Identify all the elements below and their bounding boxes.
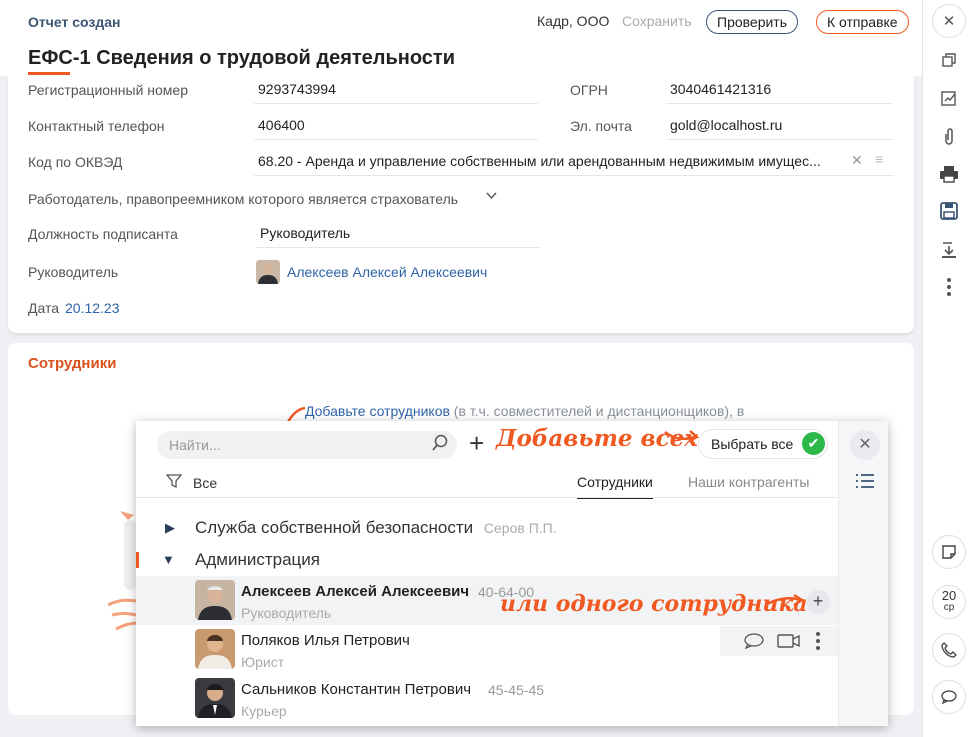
person-name[interactable]: Сальников Константин Петрович [241, 681, 471, 698]
employees-hint: Добавьте сотрудников (в т.ч. совместител… [305, 403, 744, 419]
popup-close-icon[interactable]: ✕ [850, 430, 880, 460]
date-value[interactable]: 20.12.23 [65, 300, 120, 316]
ogrn-label: ОГРН [570, 82, 608, 98]
list-menu-icon[interactable]: ≡ [875, 151, 883, 167]
report-status: Отчет создан [28, 14, 121, 30]
video-icon[interactable] [777, 633, 801, 652]
message-icon[interactable] [744, 633, 764, 652]
note-icon[interactable] [932, 535, 966, 569]
arrow-right-annotation-icon [766, 592, 806, 613]
collapse-icon[interactable]: ▼ [162, 552, 175, 567]
attach-icon[interactable] [934, 121, 964, 151]
expand-icon[interactable]: ▶ [165, 520, 175, 536]
copy-icon[interactable] [934, 45, 964, 75]
org-selector[interactable]: Кадр, ООО [537, 13, 609, 29]
head-link[interactable]: Алексеев Алексей Алексеевич [287, 264, 487, 280]
chat-icon[interactable] [932, 680, 966, 714]
search-input[interactable]: Найти... [157, 431, 457, 459]
reg-number-field[interactable]: 9293743994 [254, 76, 538, 104]
print-icon[interactable] [934, 159, 964, 189]
filter-icon[interactable] [165, 473, 183, 493]
chevron-down-icon[interactable] [486, 189, 497, 203]
selected-marker [136, 552, 139, 568]
clear-icon[interactable]: ✕ [851, 152, 863, 169]
email-field[interactable]: gold@localhost.ru [666, 112, 893, 140]
signer-position-field[interactable]: Руководитель [256, 220, 540, 248]
filter-value[interactable]: Все [193, 475, 217, 491]
add-icon[interactable]: + [469, 428, 484, 458]
signer-position-label: Должность подписанта [28, 226, 178, 242]
person-role: Руководитель [241, 605, 332, 621]
date-label: Дата [28, 300, 60, 316]
select-all-label: Выбрать все [711, 436, 794, 452]
person-phone: 45-45-45 [488, 682, 545, 698]
annotation-add-one: или одного сотрудника [500, 591, 808, 617]
arrow-right-annotation-icon [664, 428, 700, 447]
title-accent [28, 72, 70, 75]
okved-field[interactable]: 68.20 - Аренда и управление собственным … [254, 148, 894, 176]
phone-label: Контактный телефон [28, 118, 165, 134]
more-vert-icon[interactable] [934, 272, 964, 302]
reg-number-label: Регистрационный номер [28, 82, 188, 98]
add-person-icon[interactable]: + [806, 590, 830, 614]
more-vert-icon[interactable] [816, 632, 820, 653]
okved-label: Код по ОКВЭД [28, 154, 123, 170]
save-icon[interactable] [934, 196, 964, 226]
person-role: Юрист [241, 654, 285, 670]
page-title: ЕФС-1 Сведения о трудовой деятельности [28, 47, 456, 69]
group-head: Серов П.П. [483, 520, 557, 536]
head-label: Руководитель [28, 264, 119, 280]
report-edit-icon[interactable] [934, 83, 964, 113]
person-name[interactable]: Поляков Илья Петрович [241, 632, 410, 649]
phone-icon[interactable] [932, 633, 966, 667]
check-button[interactable]: Проверить [706, 10, 799, 34]
list-view-icon[interactable] [856, 472, 874, 493]
import-icon[interactable] [934, 235, 964, 265]
date-day: 20 [941, 588, 957, 603]
employees-hint-rest: (в т.ч. совместителей и дистанционщиков)… [449, 403, 745, 419]
search-icon[interactable] [431, 434, 449, 457]
popup-side-panel [838, 421, 888, 726]
avatar [195, 629, 235, 669]
check-icon[interactable]: ✔ [802, 432, 825, 455]
group-administration[interactable]: Администрация [195, 550, 320, 570]
tabs-divider [136, 497, 838, 498]
head-avatar [256, 260, 280, 284]
tab-employees[interactable]: Сотрудники [577, 474, 653, 499]
ogrn-field[interactable]: 3040461421316 [666, 76, 893, 104]
email-label: Эл. почта [570, 118, 632, 134]
save-button[interactable]: Сохранить [622, 13, 692, 29]
group-name: Служба собственной безопасности [195, 518, 474, 537]
person-role: Курьер [241, 703, 287, 719]
person-name[interactable]: Алексеев Алексей Алексеевич [241, 583, 469, 600]
add-employees-link[interactable]: Добавьте сотрудников [305, 403, 450, 419]
successor-label[interactable]: Работодатель, правопреемником которого я… [28, 191, 458, 207]
avatar [195, 678, 235, 718]
calendar-date-button[interactable]: 20 ср [932, 585, 966, 619]
send-button[interactable]: К отправке [816, 10, 909, 34]
phone-field[interactable]: 406400 [254, 112, 538, 140]
tab-contractors[interactable]: Наши контрагенты [688, 474, 809, 490]
date-weekday: ср [943, 602, 955, 613]
close-icon[interactable]: ✕ [932, 4, 966, 38]
group-security[interactable]: Служба собственной безопасности Серов П.… [195, 518, 557, 538]
avatar [195, 580, 235, 620]
employees-title: Сотрудники [28, 355, 117, 372]
